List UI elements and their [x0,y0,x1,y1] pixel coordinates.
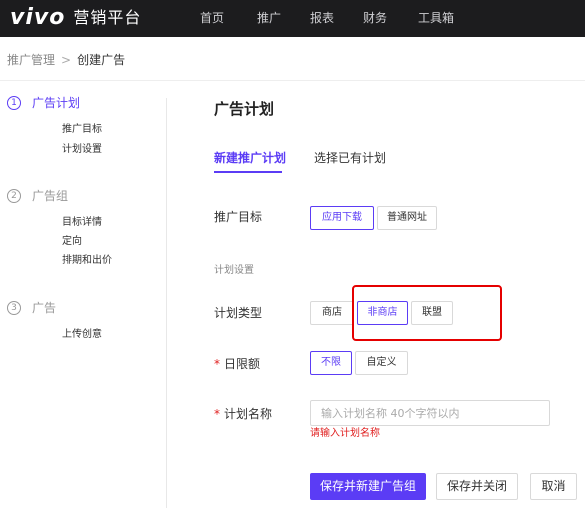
step-3-number-icon: 3 [7,301,21,315]
promotion-goal-label: 推广目标 [214,210,263,224]
step-1-sub-promotion-goal[interactable]: 推广目标 [62,123,102,137]
header-divider [0,80,585,81]
tab-new-plan[interactable]: 新建推广计划 [214,150,286,166]
breadcrumb-current: 创建广告 [77,53,126,67]
daily-budget-label-text: 日限额 [224,357,261,371]
step-divider-line [166,98,167,508]
nav-item-home[interactable]: 首页 [200,10,224,26]
nav-item-promotion[interactable]: 推广 [257,10,281,26]
step-1-title[interactable]: 广告计划 [32,95,80,111]
plan-type-option-store[interactable]: 商店 [310,301,354,325]
step-2-sub-targeting[interactable]: 定向 [62,235,82,249]
step-3-sub-upload-creative[interactable]: 上传创意 [62,328,102,342]
active-tab-indicator [214,171,282,173]
brand-logo[interactable]: vivo 营销平台 [10,6,141,30]
cancel-button[interactable]: 取消 [530,473,577,500]
step-2-sub-schedule-bid[interactable]: 排期和出价 [62,254,112,268]
plan-name-error: 请输入计划名称 [310,428,380,439]
save-and-close-button[interactable]: 保存并关闭 [436,473,518,500]
platform-name: 营销平台 [73,8,142,27]
step-1-sub-plan-settings[interactable]: 计划设置 [62,143,102,157]
daily-budget-label: * 日限额 [214,356,260,372]
required-mark: * [214,407,220,421]
step-3-title[interactable]: 广告 [32,300,56,316]
breadcrumb-separator-icon: > [61,53,72,67]
promotion-goal-option-app-download[interactable]: 应用下载 [310,206,374,230]
daily-budget-option-unlimited[interactable]: 不限 [310,351,352,375]
breadcrumb: 推广管理 > 创建广告 [7,52,125,68]
breadcrumb-parent-link[interactable]: 推广管理 [7,52,55,68]
promotion-goal-option-url[interactable]: 普通网址 [377,206,437,230]
plan-name-label-text: 计划名称 [224,407,273,421]
tab-existing-plan[interactable]: 选择已有计划 [314,150,386,166]
step-2-title[interactable]: 广告组 [32,188,68,204]
step-2-sub-target-details[interactable]: 目标详情 [62,216,102,230]
nav-item-toolbox[interactable]: 工具箱 [418,10,454,26]
step-1-number-icon: 1 [7,96,21,110]
nav-item-finance[interactable]: 财务 [363,10,387,26]
top-navigation-bar: vivo 营销平台 首页 推广 报表 财务 工具箱 [0,0,585,37]
vivo-logo: vivo [10,5,66,30]
daily-budget-option-custom[interactable]: 自定义 [355,351,408,375]
panel-title: 广告计划 [214,100,275,118]
annotation-highlight-box [352,285,502,341]
plan-type-label: 计划类型 [214,306,263,320]
plan-name-label: * 计划名称 [214,406,272,422]
required-mark: * [214,357,220,371]
save-and-new-group-button[interactable]: 保存并新建广告组 [310,473,426,500]
nav-item-reports[interactable]: 报表 [310,10,334,26]
plan-name-input[interactable] [310,400,550,426]
plan-settings-section-label: 计划设置 [214,265,254,276]
step-2-number-icon: 2 [7,189,21,203]
